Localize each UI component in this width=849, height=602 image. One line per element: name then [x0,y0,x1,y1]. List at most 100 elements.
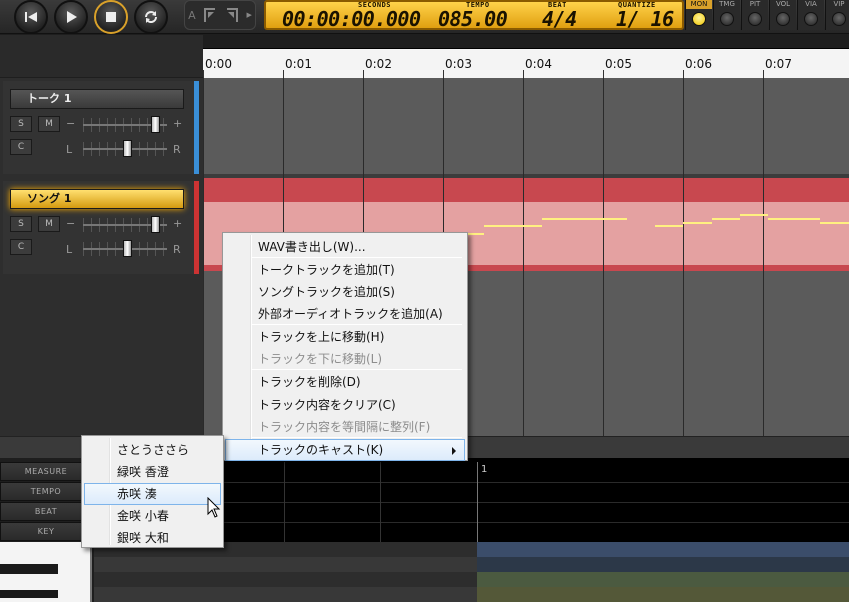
song-note[interactable] [655,225,683,227]
pan-slider[interactable] [83,240,167,257]
indicator-label: VIP [833,0,845,8]
align-left-icon[interactable] [202,6,218,24]
indicator-knob-icon[interactable] [776,12,790,26]
loop-button[interactable] [134,0,168,34]
ruler-tick-label: 0:06 [685,57,712,71]
loop-icon [145,11,157,23]
roll-region [477,542,849,557]
ruler-tick-mark [443,70,444,78]
talk-track-lane[interactable] [203,78,849,174]
indicator-knob-icon[interactable] [832,12,846,26]
ruler-tick-mark [683,70,684,78]
indicator-label: VOL [775,0,791,8]
song-note[interactable] [712,218,740,220]
context-menu-item[interactable]: トラック内容をクリア(C) [225,394,465,416]
song-note[interactable] [484,225,542,227]
pan-slider-thumb[interactable] [122,140,132,157]
menu-item-label: トラックのキャスト(K) [258,443,384,457]
measure-gridline [284,462,285,542]
piano-keyboard[interactable] [0,542,92,602]
black-key[interactable] [0,590,58,598]
track-name[interactable]: トーク 1 [10,89,184,109]
cast-submenu: さとうささら 緑咲 香澄 赤咲 湊金咲 小春 銀咲 大和 [81,435,224,548]
context-menu-item[interactable]: ソングトラックを追加(S) [225,281,465,303]
song-note[interactable] [768,218,820,220]
talk-track-header[interactable]: トーク 1 S M C − + L R [3,81,199,174]
editor-row-labels: MEASURE TEMPO BEAT KEY [0,462,92,542]
stop-icon [106,12,116,22]
gridline [203,78,204,436]
quantize-value[interactable]: 1/ 16 [616,7,674,31]
tempo-value[interactable]: 085.00 [438,7,508,31]
play-button[interactable] [54,0,88,34]
ruler-tick-label: 0:01 [285,57,312,71]
mute-button[interactable]: M [38,116,60,132]
volume-slider-thumb[interactable] [150,116,160,133]
context-menu-item[interactable]: トラックを上に移動(H) [225,326,465,348]
song-track-header[interactable]: ソング 1 S M C − + L R [3,181,199,274]
time-ruler[interactable]: 0:00 0:01 0:02 0:03 0:04 0:05 0:06 0:07 [203,48,849,78]
context-menu-item[interactable]: トークトラックを追加(T) [225,259,465,281]
indicator-label: VIA [805,0,817,8]
indicator-knob-icon[interactable] [804,12,818,26]
context-menu-item[interactable]: WAV書き出し(W)... [225,236,465,258]
beat-value[interactable]: 4/4 [542,7,577,31]
song-note[interactable] [820,222,849,224]
roll-region [477,557,849,572]
dropdown-caret-icon[interactable]: ▶ [246,11,251,19]
cast-button[interactable]: C [10,139,32,155]
measure-row-label[interactable]: MEASURE [0,462,92,481]
rewind-button[interactable] [14,0,48,34]
tempo-row-label[interactable]: TEMPO [0,482,92,501]
indicator-knob-icon[interactable] [748,12,762,26]
indicator-knob-icon[interactable] [720,12,734,26]
mute-button[interactable]: M [38,216,60,232]
cast-menu-item[interactable]: さとうささら [84,439,221,461]
pan-slider[interactable] [83,140,167,157]
measure-gridline [477,462,478,542]
indicator-2[interactable]: PIT [741,0,768,30]
volume-slider[interactable] [83,216,167,233]
context-menu-item[interactable]: トラックのキャスト(K) [225,439,465,461]
pan-slider-thumb[interactable] [122,240,132,257]
black-key[interactable] [0,564,58,574]
volume-slider[interactable] [83,116,167,133]
song-note[interactable] [740,214,768,216]
context-menu-item[interactable]: 外部オーディオトラックを追加(A) [225,303,465,325]
menu-item-label: トラックを下に移動(L) [258,352,383,366]
piano-roll[interactable] [94,542,849,602]
key-row-label[interactable]: KEY [0,522,92,541]
indicator-3[interactable]: VOL [769,0,796,30]
solo-button[interactable]: S [10,216,32,232]
song-note[interactable] [468,233,484,235]
context-menu-item: トラックを下に移動(L) [225,348,465,370]
song-lane-header-bar [203,178,849,202]
indicator-4[interactable]: VIA [797,0,824,30]
ruler-tick-label: 0:04 [525,57,552,71]
ruler-tick-label: 0:02 [365,57,392,71]
beat-row-label[interactable]: BEAT [0,502,92,521]
context-menu-item[interactable]: トラックを削除(D) [225,371,465,393]
indicator-0[interactable]: MON [685,0,712,30]
roll-region [477,587,849,602]
cast-menu-item[interactable]: 赤咲 湊 [84,483,221,505]
cast-button[interactable]: C [10,239,32,255]
align-right-icon[interactable] [224,6,240,24]
volume-slider-thumb[interactable] [150,216,160,233]
track-name[interactable]: ソング 1 [10,189,184,209]
gridline [603,78,604,436]
ruler-tick-mark [283,70,284,78]
stop-button[interactable] [94,0,128,34]
time-display-lcd: SECONDS 00:00:00.000 TEMPO 085.00 BEAT 4… [264,0,684,31]
song-note[interactable] [683,222,712,224]
indicator-knob-icon[interactable] [692,12,706,26]
menu-item-label: WAV書き出し(W)... [258,240,366,254]
cast-menu-item[interactable]: 緑咲 香澄 [84,461,221,483]
indicator-1[interactable]: TMG [713,0,740,30]
indicator-5[interactable]: VIP [825,0,849,30]
cast-menu-item[interactable]: 銀咲 大和 [84,527,221,549]
song-note[interactable] [542,218,627,220]
solo-button[interactable]: S [10,116,32,132]
gridline [523,78,524,436]
cast-menu-item[interactable]: 金咲 小春 [84,505,221,527]
